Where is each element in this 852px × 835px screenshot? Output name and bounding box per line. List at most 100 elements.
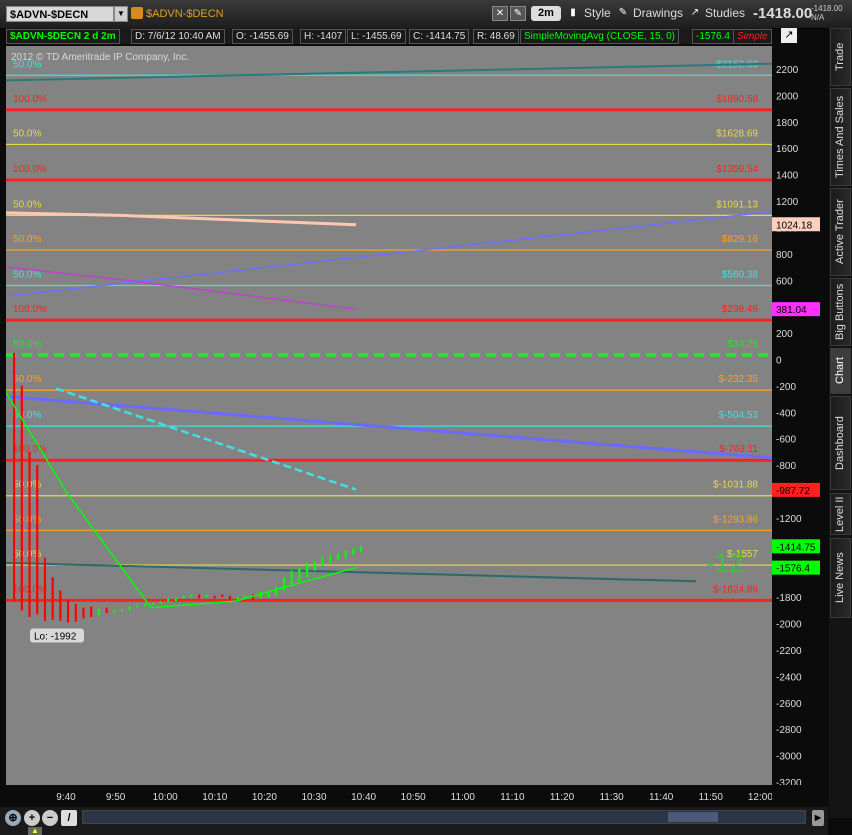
symbol-input[interactable]: $ADVN-$DECN bbox=[6, 6, 114, 22]
style-button[interactable]: Style bbox=[584, 5, 611, 22]
price-bar bbox=[128, 606, 131, 611]
price-bar bbox=[259, 591, 262, 599]
info-high: H: -1407 bbox=[300, 29, 347, 44]
info-range: R: 48.69 bbox=[473, 29, 519, 44]
top-toolbar: $ADVN-$DECN ▼ $ADVN-$DECN ✕ ✎ 2m ▮ Style… bbox=[0, 0, 852, 29]
drawings-button[interactable]: Drawings bbox=[633, 5, 683, 22]
price-bar bbox=[167, 598, 170, 603]
x-tick-label: 9:40 bbox=[56, 792, 76, 803]
fib-level-pct: 50.0% bbox=[13, 374, 41, 385]
cursor-icon[interactable]: ✕ bbox=[492, 6, 508, 21]
price-bar bbox=[113, 609, 116, 613]
price-bar bbox=[228, 595, 232, 600]
price-bar bbox=[66, 599, 70, 623]
scrollbar-thumb[interactable] bbox=[668, 812, 718, 822]
y-tick-label: 1400 bbox=[776, 171, 799, 182]
side-tab-big-buttons[interactable]: Big Buttons bbox=[830, 278, 851, 346]
symbol-dropdown-icon[interactable]: ▼ bbox=[114, 6, 128, 22]
x-axis-canvas: 9:40 9:50 10:00 10:10 10:20 10:30 10:40 10:50 11… bbox=[56, 792, 773, 803]
pencil-icon[interactable]: ✎ bbox=[615, 6, 631, 21]
price-bar bbox=[13, 352, 16, 602]
y-tick-label: 1600 bbox=[776, 144, 799, 155]
price-bar bbox=[352, 548, 355, 555]
chart-expand-icon[interactable]: ↗ bbox=[781, 28, 797, 43]
x-tick-label: 10:50 bbox=[401, 792, 426, 803]
x-tick-label: 10:30 bbox=[301, 792, 326, 803]
zoom-out-icon[interactable]: − bbox=[42, 810, 58, 826]
mini-price: -1418.00 bbox=[811, 4, 843, 13]
low-label: Lo: -1992 bbox=[34, 631, 77, 642]
price-bar bbox=[151, 602, 154, 606]
fib-level-value: $-232.35 bbox=[719, 374, 759, 385]
y-tick-label: -1800 bbox=[776, 593, 802, 604]
expand-up-icon[interactable]: ▲ bbox=[28, 827, 42, 835]
info-open: O: -1455.69 bbox=[232, 29, 293, 44]
wrench-icon[interactable]: ✎ bbox=[510, 6, 526, 21]
y-tick-label: -2400 bbox=[776, 672, 802, 683]
price-bar bbox=[144, 603, 147, 607]
side-tab-live-news[interactable]: Live News bbox=[830, 538, 851, 618]
y-tick-label: 600 bbox=[776, 276, 793, 287]
y-tick-label: 200 bbox=[776, 329, 793, 340]
side-tab-chart[interactable]: Chart bbox=[830, 348, 851, 394]
price-bar bbox=[182, 595, 185, 599]
y-tick-label: -3200 bbox=[776, 778, 802, 785]
price-bar bbox=[236, 597, 239, 600]
price-bar bbox=[36, 465, 39, 615]
info-study-type: Simple bbox=[733, 29, 772, 44]
price-bar bbox=[205, 594, 208, 598]
side-tab-level-ii[interactable]: Level II bbox=[830, 493, 851, 535]
y-tick-label: 800 bbox=[776, 250, 793, 261]
draw-line-icon[interactable]: / bbox=[61, 810, 77, 826]
price-bar bbox=[275, 586, 278, 596]
price-bar bbox=[213, 595, 216, 599]
side-tab-trade[interactable]: Trade bbox=[830, 28, 851, 86]
last-price: -1418.00 bbox=[753, 5, 813, 22]
fib-level-pct: 100.0% bbox=[13, 94, 47, 105]
price-chart[interactable]: 2012 © TD Ameritrade IP Company, Inc. 50.… bbox=[5, 46, 773, 785]
side-tab-active-trader[interactable]: Active Trader bbox=[830, 188, 851, 276]
chart-canvas[interactable]: 2012 © TD Ameritrade IP Company, Inc.50.… bbox=[5, 46, 773, 785]
price-bar bbox=[198, 594, 201, 599]
price-bar bbox=[51, 577, 54, 620]
side-tab-times-and-sales[interactable]: Times And Sales bbox=[830, 88, 851, 186]
x-axis[interactable]: 9:40 9:50 10:00 10:10 10:20 10:30 10:40 10:50 11… bbox=[6, 785, 773, 807]
symbol-title: $ADVN-$DECN bbox=[146, 8, 224, 20]
info-study[interactable]: SimpleMovingAvg (CLOSE, 15, 0) bbox=[520, 29, 679, 44]
y-axis[interactable]: 2200200018001600140012001000800600400200… bbox=[772, 46, 826, 789]
symbol-link-icon[interactable] bbox=[131, 7, 143, 19]
side-tab-dashboard[interactable]: Dashboard bbox=[830, 396, 851, 490]
bar-style-icon[interactable]: ▮ bbox=[565, 6, 581, 21]
trendline bbox=[5, 62, 773, 82]
y-tick-label: 1200 bbox=[776, 197, 799, 208]
fib-level-value: $-504.53 bbox=[719, 410, 759, 421]
big-label: -12 bbox=[706, 548, 744, 578]
price-bar bbox=[120, 609, 124, 612]
scroll-right-icon[interactable]: ▶ bbox=[812, 810, 824, 826]
price-bar bbox=[305, 562, 309, 578]
y-tick-label: -800 bbox=[776, 461, 796, 472]
fib-level-value: $-1824.86 bbox=[713, 584, 758, 595]
info-date: D: 7/6/12 10:40 AM bbox=[131, 29, 225, 44]
mini-na: N/A bbox=[811, 13, 825, 22]
y-tick-label: 2000 bbox=[776, 91, 799, 102]
fib-level-pct: 100.0% bbox=[13, 164, 47, 175]
info-symbol-period: $ADVN-$DECN 2 d 2m bbox=[6, 29, 120, 44]
aggregation-button[interactable]: 2m bbox=[531, 6, 561, 21]
x-tick-label: 11:50 bbox=[699, 792, 724, 803]
fib-level-value: $-1293.86 bbox=[713, 514, 758, 525]
fib-level-pct: 50.0% bbox=[13, 199, 41, 210]
trendline bbox=[5, 210, 773, 297]
chart-scrollbar[interactable] bbox=[82, 810, 806, 824]
x-tick-label: 11:30 bbox=[599, 792, 624, 803]
zoom-in-icon[interactable]: + bbox=[24, 810, 40, 826]
crosshair-icon[interactable]: ⊕ bbox=[5, 810, 21, 826]
studies-button[interactable]: Studies bbox=[705, 5, 745, 22]
sma-line bbox=[5, 392, 357, 609]
price-bar bbox=[282, 577, 286, 591]
price-bar bbox=[28, 451, 31, 617]
price-bar bbox=[359, 545, 363, 553]
price-bar bbox=[329, 554, 332, 563]
fib-level-value: $1359.54 bbox=[716, 164, 758, 175]
studies-icon[interactable]: ↗ bbox=[687, 6, 703, 21]
